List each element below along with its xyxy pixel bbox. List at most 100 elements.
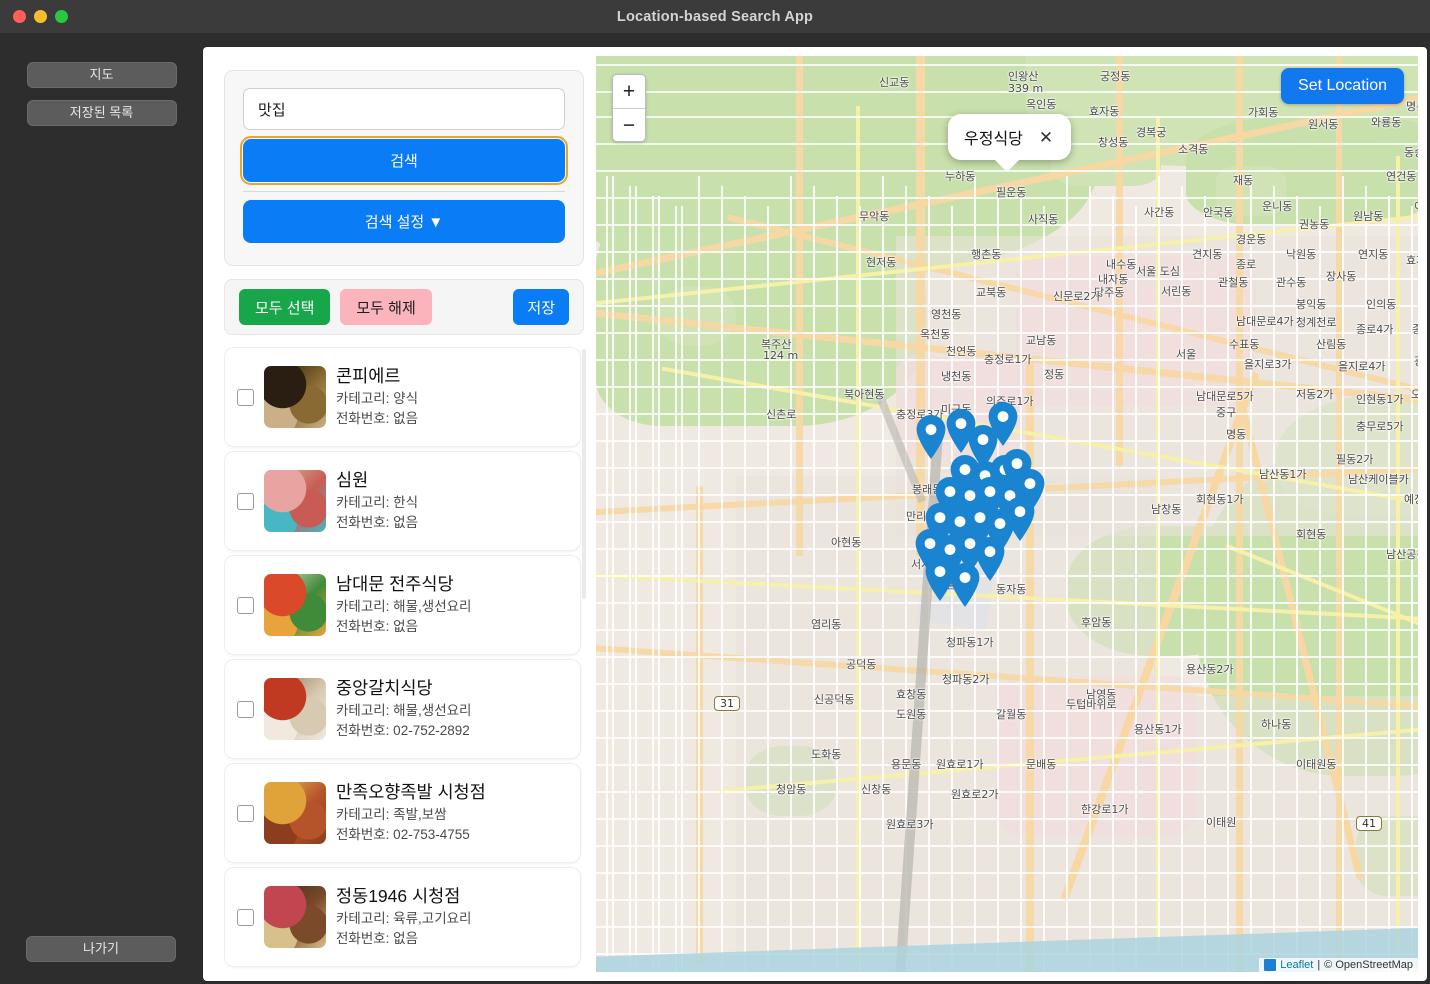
map-feature <box>596 791 1418 793</box>
map-feature <box>596 305 1418 307</box>
attribution-separator: | <box>1317 959 1321 971</box>
window-title: Location-based Search App <box>616 8 814 25</box>
traffic-lights <box>13 10 68 23</box>
result-name: 중앙갈치식당 <box>336 677 433 698</box>
map-feature <box>596 926 1418 928</box>
leaflet-link[interactable]: Leaflet <box>1280 959 1313 971</box>
map-feature <box>596 224 1418 226</box>
map-feature <box>658 196 660 972</box>
list-item[interactable]: 중앙갈치식당 카테고리: 해물,생선요리 전화번호: 02-752-2892 <box>224 659 581 759</box>
map-feature <box>1043 206 1045 972</box>
map-feature <box>1342 176 1344 956</box>
result-meta: 만족오향족발 시청점 카테고리: 족발,보쌈 전화번호: 02-753-4755 <box>336 782 570 845</box>
result-category: 카테고리: 족발,보쌈 <box>336 807 447 823</box>
map-marker-pin[interactable] <box>1003 496 1037 542</box>
result-list[interactable]: 콘피에르 카테고리: 양식 전화번호: 없음 심원 카테고리: 한식 전화번호: 없음 남대… <box>224 347 586 981</box>
map-feature <box>596 764 1418 766</box>
result-category: 카테고리: 한식 <box>336 495 419 511</box>
map-feature <box>1319 206 1321 972</box>
sidebar: 지도 저장된 목록 나가기 <box>0 33 203 984</box>
map-feature <box>596 386 1418 388</box>
map-feature <box>596 278 1418 280</box>
deselect-all-button[interactable]: 모두 해제 <box>340 289 432 325</box>
map-feature <box>596 575 1418 577</box>
map-feature <box>698 176 700 956</box>
map-marker-pin[interactable] <box>914 414 948 460</box>
popup-close-icon[interactable]: ✕ <box>1037 129 1055 146</box>
result-name: 정동1946 시청점 <box>336 885 461 906</box>
set-location-button[interactable]: Set Location <box>1281 68 1404 104</box>
result-meta: 남대문 전주식당 카테고리: 해물,생선요리 전화번호: 없음 <box>336 574 570 637</box>
result-category: 카테고리: 양식 <box>336 391 419 407</box>
result-checkbox[interactable] <box>237 596 254 614</box>
osm-attribution: © OpenStreetMap <box>1324 959 1413 971</box>
result-phone: 전화번호: 02-753-4755 <box>336 826 470 842</box>
save-button[interactable]: 저장 <box>513 289 569 325</box>
result-checkbox[interactable] <box>237 492 254 510</box>
result-checkbox[interactable] <box>237 804 254 822</box>
sidebar-item-map[interactable]: 지도 <box>26 62 177 88</box>
exit-button[interactable]: 나가기 <box>26 936 176 962</box>
map-feature <box>596 602 1418 604</box>
result-checkbox[interactable] <box>237 908 254 926</box>
maximize-window-icon[interactable] <box>55 10 68 23</box>
map-feature <box>596 845 1418 847</box>
result-checkbox[interactable] <box>237 700 254 718</box>
map-feature <box>744 196 746 972</box>
map-feature <box>612 176 614 956</box>
popup-tail <box>994 159 1020 172</box>
result-thumbnail <box>264 886 326 948</box>
map-attribution: Leaflet | © OpenStreetMap <box>1259 958 1418 972</box>
result-phone: 전화번호: 없음 <box>336 410 419 426</box>
map-container[interactable]: 인왕산339 m옥인동신교동궁정동효자동가회동원서동와룡동명륜4가동숭동누상동창… <box>596 56 1418 972</box>
map-feature <box>596 899 1418 901</box>
result-meta: 정동1946 시청점 카테고리: 육류,고기요리 전화번호: 없음 <box>336 886 570 949</box>
list-item[interactable]: 정동1946 시청점 카테고리: 육류,고기요리 전화번호: 없음 <box>224 867 581 967</box>
search-settings-button[interactable]: 검색 설정 ▼ <box>243 200 565 243</box>
list-item[interactable]: 남대문 전주식당 카테고리: 해물,생선요리 전화번호: 없음 <box>224 555 581 655</box>
map-feature <box>1204 196 1206 972</box>
result-meta: 중앙갈치식당 카테고리: 해물,생선요리 전화번호: 02-752-2892 <box>336 678 570 741</box>
map-feature <box>1396 156 1400 956</box>
map-feature <box>1020 196 1022 972</box>
list-item[interactable]: 심원 카테고리: 한식 전화번호: 없음 <box>224 451 581 551</box>
map-feature <box>596 656 1418 658</box>
result-phone: 전화번호: 02-752-2892 <box>336 722 470 738</box>
zoom-in-button[interactable]: + <box>613 75 645 108</box>
list-item[interactable]: 콘피에르 카테고리: 양식 전화번호: 없음 <box>224 347 581 447</box>
map-feature <box>596 332 1418 334</box>
result-thumbnail <box>264 470 326 532</box>
search-panel: 검색 검색 설정 ▼ <box>224 70 584 266</box>
map-feature <box>596 359 1418 361</box>
search-button[interactable]: 검색 <box>240 136 568 185</box>
search-divider <box>243 191 565 192</box>
map-feature <box>596 737 1418 739</box>
result-list-scrollbar[interactable] <box>582 349 586 599</box>
close-window-icon[interactable] <box>13 10 26 23</box>
map-feature <box>767 206 769 972</box>
list-item[interactable]: 만족오향족발 시청점 카테고리: 족발,보쌈 전화번호: 02-753-4755 <box>224 763 581 863</box>
left-column: 검색 검색 설정 ▼ 모두 선택 모두 해제 저장 콘피에르카테고리: 양식전화… <box>224 70 586 981</box>
map-feature <box>1227 206 1229 972</box>
map-feature <box>1388 196 1390 972</box>
result-checkbox[interactable] <box>237 388 254 406</box>
sidebar-item-saved-list[interactable]: 저장된 목록 <box>26 100 177 126</box>
map-feature <box>596 64 1418 66</box>
map-feature <box>1296 196 1298 972</box>
map-marker-pin[interactable] <box>948 562 982 608</box>
select-all-button[interactable]: 모두 선택 <box>239 289 331 325</box>
result-name: 심원 <box>336 469 369 490</box>
map-feature <box>596 872 1418 874</box>
result-phone: 전화번호: 없음 <box>336 618 419 634</box>
map-feature <box>652 196 654 972</box>
map-route-shield: 31 <box>714 696 740 711</box>
titlebar: Location-based Search App <box>0 0 1430 33</box>
minimize-window-icon[interactable] <box>34 10 47 23</box>
result-meta: 심원 카테고리: 한식 전화번호: 없음 <box>336 470 570 533</box>
map-feature <box>596 197 1418 199</box>
result-category: 카테고리: 해물,생선요리 <box>336 599 472 615</box>
map-feature <box>1066 176 1068 956</box>
map-feature <box>836 196 838 972</box>
search-input[interactable] <box>243 88 565 130</box>
zoom-out-button[interactable]: − <box>613 108 645 141</box>
